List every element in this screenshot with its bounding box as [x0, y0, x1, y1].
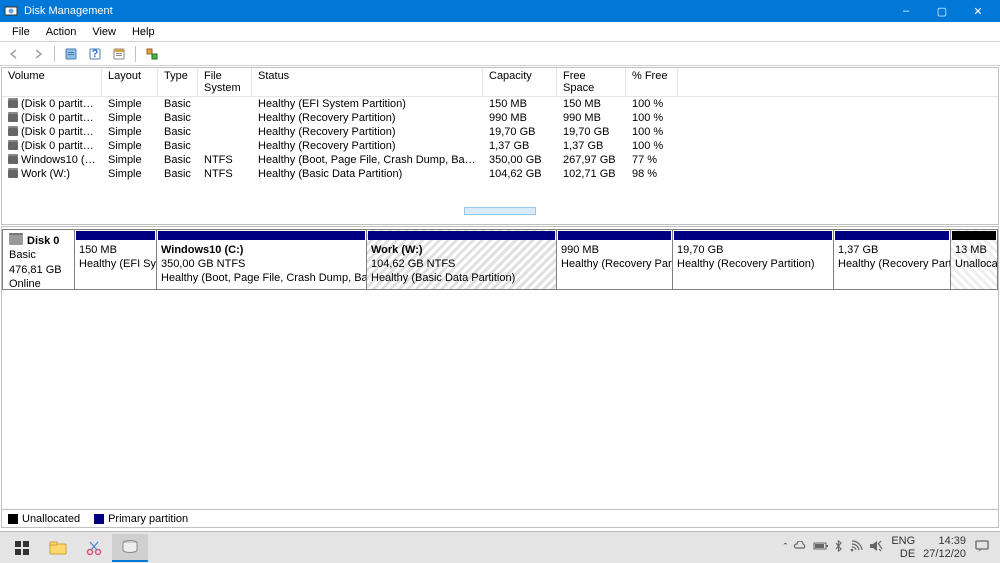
partition-block[interactable]: 13 MBUnallocated	[951, 229, 998, 290]
disk-row: Disk 0 Basic 476,81 GB Online 150 MBHeal…	[2, 229, 998, 290]
app-icon	[4, 4, 18, 18]
col-layout[interactable]: Layout	[102, 68, 158, 96]
menu-help[interactable]: Help	[124, 24, 163, 40]
toolbar-button-4[interactable]	[142, 44, 162, 64]
legend: Unallocated Primary partition	[2, 509, 998, 527]
back-button[interactable]	[4, 44, 24, 64]
partition-block[interactable]: Work (W:)104,62 GB NTFSHealthy (Basic Da…	[367, 229, 557, 290]
disk-state: Online	[9, 277, 68, 291]
tray-onedrive-icon[interactable]	[793, 541, 807, 554]
partition-block[interactable]: 1,37 GBHealthy (Recovery Partition)	[834, 229, 951, 290]
table-row[interactable]: Work (W:)SimpleBasicNTFSHealthy (Basic D…	[2, 167, 998, 181]
col-type[interactable]: Type	[158, 68, 198, 96]
partition-block[interactable]: 150 MBHealthy (EFI System Partition)	[75, 229, 157, 290]
col-status[interactable]: Status	[252, 68, 483, 96]
tray-wifi-icon[interactable]	[849, 540, 863, 555]
table-row[interactable]: (Disk 0 partition 6)SimpleBasicHealthy (…	[2, 125, 998, 139]
taskbar-explorer[interactable]	[40, 534, 76, 562]
partition-block[interactable]: 990 MBHealthy (Recovery Partition)	[557, 229, 673, 290]
minimize-button[interactable]: –	[888, 0, 924, 22]
taskbar-snip[interactable]	[76, 534, 112, 562]
tray-time[interactable]: 14:39	[923, 535, 966, 547]
table-row[interactable]: (Disk 0 partition 7)SimpleBasicHealthy (…	[2, 139, 998, 153]
help-button[interactable]: ?	[85, 44, 105, 64]
window-title: Disk Management	[24, 5, 888, 17]
forward-button[interactable]	[28, 44, 48, 64]
table-row[interactable]: Windows10 (C:)SimpleBasicNTFSHealthy (Bo…	[2, 153, 998, 167]
col-capacity[interactable]: Capacity	[483, 68, 557, 96]
table-row[interactable]: (Disk 0 partition 1)SimpleBasicHealthy (…	[2, 97, 998, 111]
menu-view[interactable]: View	[84, 24, 124, 40]
toolbar-button-3[interactable]	[109, 44, 129, 64]
system-tray: ˆ ENG DE 14:39 27/12/20	[784, 535, 996, 559]
col-filesystem[interactable]: File System	[198, 68, 252, 96]
taskbar[interactable]: ˆ ENG DE 14:39 27/12/20	[0, 531, 1000, 563]
legend-swatch-primary	[94, 514, 104, 524]
tray-volume-icon[interactable]	[869, 540, 883, 555]
svg-text:?: ?	[92, 48, 99, 60]
snap-hint	[464, 207, 536, 215]
legend-swatch-unallocated	[8, 514, 18, 524]
col-pct-free[interactable]: % Free	[626, 68, 678, 96]
maximize-button[interactable]: ▢	[924, 0, 960, 22]
toolbar-button-1[interactable]	[61, 44, 81, 64]
disk-type: Basic	[9, 248, 68, 262]
table-row[interactable]: (Disk 0 partition 5)SimpleBasicHealthy (…	[2, 111, 998, 125]
titlebar[interactable]: Disk Management – ▢ ✕	[0, 0, 1000, 22]
col-volume[interactable]: Volume	[2, 68, 102, 96]
partition-block[interactable]: 19,70 GBHealthy (Recovery Partition)	[673, 229, 834, 290]
menu-action[interactable]: Action	[38, 24, 85, 40]
taskbar-diskmgmt[interactable]	[112, 534, 148, 562]
close-button[interactable]: ✕	[960, 0, 996, 22]
tray-notifications-icon[interactable]	[974, 539, 990, 556]
disk-graphic-pane[interactable]: Disk 0 Basic 476,81 GB Online 150 MBHeal…	[1, 226, 999, 528]
partition-block[interactable]: Windows10 (C:)350,00 GB NTFSHealthy (Boo…	[157, 229, 367, 290]
tray-lang-1[interactable]: ENG	[891, 535, 915, 547]
menu-file[interactable]: File	[4, 24, 38, 40]
disk-size: 476,81 GB	[9, 263, 68, 277]
volume-columns-header: Volume Layout Type File System Status Ca…	[2, 68, 998, 97]
start-button[interactable]	[4, 534, 40, 562]
disk-header[interactable]: Disk 0 Basic 476,81 GB Online	[2, 229, 75, 290]
tray-bluetooth-icon[interactable]	[835, 540, 843, 555]
disk-icon	[9, 235, 23, 245]
volume-list-pane[interactable]: Volume Layout Type File System Status Ca…	[1, 67, 999, 225]
col-free[interactable]: Free Space	[557, 68, 626, 96]
menubar: File Action View Help	[0, 22, 1000, 42]
tray-lang-2[interactable]: DE	[891, 548, 915, 560]
toolbar: ?	[0, 42, 1000, 66]
tray-battery-icon[interactable]	[813, 541, 829, 554]
tray-date[interactable]: 27/12/20	[923, 548, 966, 560]
tray-chevron-icon[interactable]: ˆ	[784, 542, 788, 554]
